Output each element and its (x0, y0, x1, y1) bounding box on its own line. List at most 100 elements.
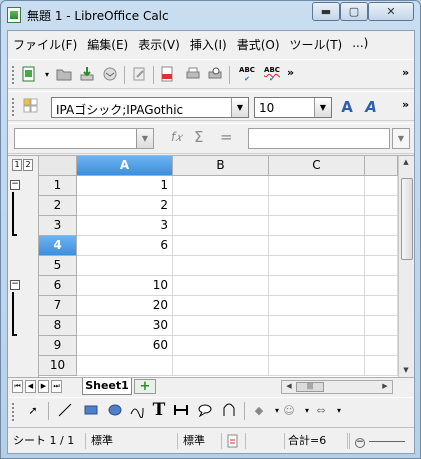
save-icon[interactable] (78, 66, 96, 84)
formatting-toolbar-overflow[interactable]: » (402, 98, 409, 111)
vertical-scrollbar[interactable]: ▲ ▼ (398, 156, 414, 378)
grid-cell[interactable] (365, 276, 398, 296)
row-header[interactable]: 7 (39, 296, 77, 316)
grid-cell[interactable] (269, 316, 365, 336)
grid-cell[interactable] (269, 176, 365, 196)
previous-sheet-icon[interactable]: ◀ (25, 380, 36, 393)
grid-cell[interactable] (365, 296, 398, 316)
grid-cell[interactable] (77, 256, 173, 276)
formula-expand-icon[interactable]: ▼ (392, 128, 410, 149)
sheet-tab-sheet1[interactable]: Sheet1 (82, 378, 132, 395)
sum-icon[interactable]: Σ (194, 128, 203, 146)
block-arrows-dropdown-icon[interactable]: ▾ (330, 402, 348, 420)
spellcheck-icon[interactable]: ABC ✔ (236, 66, 258, 84)
standard-toolbar-overflow[interactable]: » (287, 66, 294, 79)
grid-cell[interactable]: 3 (77, 216, 173, 236)
grid-cell[interactable]: 20 (77, 296, 173, 316)
freeform-line-icon[interactable] (128, 402, 146, 420)
open-folder-icon[interactable] (55, 66, 73, 84)
styles-icon[interactable] (22, 98, 40, 116)
next-sheet-icon[interactable]: ▶ (38, 380, 49, 393)
symbol-shapes-icon[interactable]: ☺ (280, 402, 298, 420)
function-wizard-icon[interactable]: f𝑥 (171, 130, 182, 145)
row-header[interactable]: 10 (39, 356, 77, 376)
close-button[interactable]: ✕ (368, 2, 414, 21)
menu-view[interactable]: 表示(V) (133, 33, 185, 55)
menu-insert[interactable]: 挿入(I) (185, 33, 232, 55)
grid-cell[interactable] (365, 196, 398, 216)
vertical-scroll-thumb[interactable] (401, 178, 413, 260)
outline-level-2-button[interactable]: 2 (23, 159, 33, 171)
minimize-button[interactable]: ▬ (312, 2, 340, 21)
row-header[interactable]: 9 (39, 336, 77, 356)
grid-cell[interactable] (173, 356, 269, 376)
grid-cell[interactable] (173, 336, 269, 356)
horizontal-scrollbar[interactable]: ◀ ||| ▶ (281, 380, 393, 394)
font-size-combobox[interactable]: 10 ▼ (254, 97, 332, 118)
select-arrow-icon[interactable]: ➚ (24, 402, 42, 420)
connector-icon[interactable] (172, 402, 190, 420)
zoom-track[interactable] (368, 440, 405, 442)
grid-cell[interactable]: 30 (77, 316, 173, 336)
font-name-combobox[interactable]: IPAゴシック;IPAGothic ▼ (51, 97, 249, 118)
grid-cell[interactable] (365, 216, 398, 236)
scroll-down-icon[interactable]: ▼ (399, 366, 413, 374)
ellipse-icon[interactable] (106, 402, 124, 420)
scroll-up-icon[interactable]: ▲ (399, 158, 413, 166)
row-header[interactable]: 6 (39, 276, 77, 296)
formula-input[interactable] (248, 128, 390, 149)
grid-cell[interactable] (269, 236, 365, 256)
menu-tools[interactable]: ツール(T) (285, 33, 348, 55)
toolbar-grip[interactable] (12, 98, 15, 116)
autospellcheck-icon[interactable]: ABC ✔ (261, 66, 283, 84)
menu-edit[interactable]: 編集(E) (82, 33, 133, 55)
grid-cell[interactable] (365, 176, 398, 196)
select-all-corner[interactable] (39, 156, 77, 176)
first-sheet-icon[interactable]: ⏮ (12, 380, 23, 393)
grid-cell[interactable] (365, 256, 398, 276)
row-header[interactable]: 4 (39, 236, 77, 256)
grid-cell[interactable] (269, 296, 365, 316)
grid-cell[interactable]: 6 (77, 236, 173, 256)
name-box[interactable]: ▼ (14, 128, 154, 149)
grid-cell[interactable] (173, 296, 269, 316)
row-header[interactable]: 3 (39, 216, 77, 236)
scroll-right-icon[interactable]: ▶ (378, 382, 392, 390)
grid-cell[interactable]: 60 (77, 336, 173, 356)
font-size-dropdown-icon[interactable]: ▼ (314, 98, 331, 117)
line-icon[interactable] (56, 402, 74, 420)
grid-cell[interactable] (365, 356, 398, 376)
name-box-dropdown-icon[interactable]: ▼ (136, 129, 153, 148)
email-icon[interactable] (101, 66, 119, 84)
toolbar-grip[interactable] (12, 403, 15, 421)
column-header-b[interactable]: B (173, 156, 269, 176)
equals-icon[interactable]: = (220, 128, 233, 146)
status-page-style[interactable]: 標準 (88, 433, 178, 449)
zoom-slider[interactable]: − (352, 433, 412, 449)
grid-cell[interactable] (173, 196, 269, 216)
grid-cell[interactable] (77, 356, 173, 376)
grid-cell[interactable] (269, 356, 365, 376)
column-header-c[interactable]: C (269, 156, 365, 176)
standard-toolbar-end-overflow[interactable]: » (402, 66, 409, 79)
italic-icon[interactable]: A (362, 98, 380, 116)
grid-cell[interactable]: 2 (77, 196, 173, 216)
edit-file-icon[interactable] (130, 66, 148, 84)
grid-cell[interactable] (173, 316, 269, 336)
last-sheet-icon[interactable]: ⏭ (51, 380, 62, 393)
toolbar-grip[interactable] (12, 66, 15, 84)
outline-level-1-button[interactable]: 1 (12, 159, 22, 171)
bold-icon[interactable]: A (338, 98, 356, 116)
font-name-dropdown-icon[interactable]: ▼ (231, 98, 248, 117)
fontwork-icon[interactable] (220, 402, 238, 420)
grid-cell[interactable] (269, 336, 365, 356)
scroll-left-icon[interactable]: ◀ (282, 382, 296, 390)
print-preview-icon[interactable] (206, 66, 224, 84)
outline-collapse-button[interactable]: − (10, 180, 20, 190)
column-header-d-partial[interactable] (365, 156, 398, 176)
block-arrows-icon[interactable]: ⇔ (312, 402, 330, 420)
add-sheet-button[interactable]: + (134, 379, 156, 394)
grid-cell[interactable] (269, 216, 365, 236)
grid-cell[interactable] (365, 316, 398, 336)
text-icon[interactable]: T (150, 401, 168, 419)
